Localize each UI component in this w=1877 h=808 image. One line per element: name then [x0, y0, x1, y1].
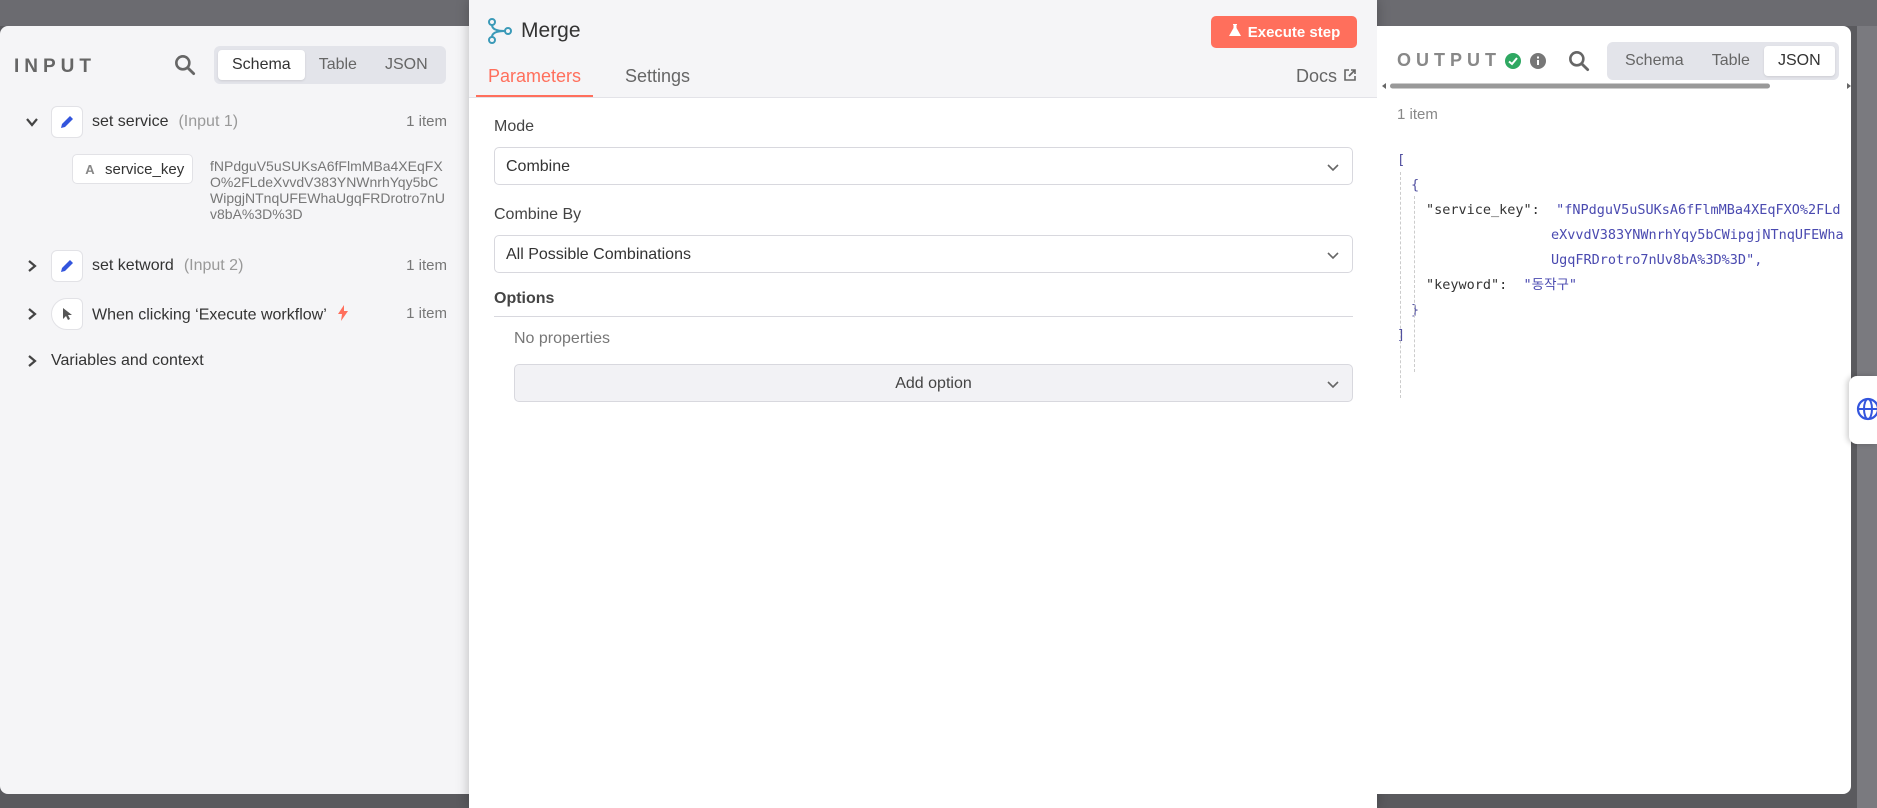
input-node-count: 1 item [406, 257, 447, 274]
input-node-manual-trigger[interactable]: When clicking ‘Execute workflow’ 1 item [0, 294, 469, 334]
input-view-switch: Schema Table JSON [214, 46, 446, 84]
execute-step-button[interactable]: Execute step [1211, 16, 1357, 48]
output-item-count: 1 item [1397, 106, 1438, 123]
lightning-icon [337, 305, 349, 326]
input-node-label: set service (Input 1) [92, 113, 239, 130]
json-key: "keyword": [1426, 277, 1508, 293]
execute-step-label: Execute step [1247, 23, 1341, 41]
docs-label: Docs [1295, 66, 1337, 86]
input-view-table[interactable]: Table [305, 50, 371, 80]
json-brace: { [1411, 177, 1420, 193]
mode-label: Mode [494, 118, 535, 135]
input-node-label: When clicking ‘Execute workflow’ [92, 305, 349, 326]
options-heading: Options [494, 290, 1353, 317]
node-settings-panel: Merge Execute step Parameters Settings D… [469, 0, 1377, 808]
node-header: Merge Execute step Parameters Settings D… [469, 0, 1377, 98]
json-string: eXvvdV383YNWnrhYqy5bCWipgjNTnqUFEWha [1551, 227, 1844, 243]
field-pill[interactable]: A service_key [72, 154, 194, 184]
output-view-table[interactable]: Table [1698, 46, 1764, 76]
variables-and-context[interactable]: Variables and context [0, 341, 469, 381]
json-string: "동작구" [1523, 277, 1578, 293]
globe-widget[interactable] [1849, 376, 1877, 444]
info-icon[interactable] [1529, 52, 1547, 70]
horizontal-scrollbar[interactable] [1382, 77, 1851, 89]
input-header: INPUT Schema Table JSON [0, 26, 469, 96]
input-node-set-ketword[interactable]: set ketword (Input 2) 1 item [0, 246, 469, 286]
input-title: INPUT [14, 56, 96, 77]
input-search-icon[interactable] [172, 52, 198, 78]
tab-settings[interactable]: Settings [625, 66, 690, 95]
mode-value: Combine [506, 158, 571, 175]
mode-select[interactable]: Combine [494, 147, 1353, 185]
input-panel: INPUT Schema Table JSON set service (Inpu… [0, 26, 469, 794]
json-viewer: [ { "service_key": "fNPdguV5uSUKsA6fFlmM… [1397, 148, 1844, 398]
chevron-right-icon[interactable] [24, 258, 40, 274]
chevron-down-icon [1326, 248, 1340, 262]
field-value: fNPdguV5uSUKsA6fFlmMBa4XEqFXO%2FLdeXvvdV… [210, 158, 445, 222]
add-option-select[interactable]: Add option [514, 364, 1353, 402]
json-string: "fNPdguV5uSUKsA6fFlmMBa4XEqFXO%2FLd [1556, 202, 1841, 218]
external-link-icon [1343, 66, 1357, 87]
pencil-icon [51, 250, 83, 282]
combine-by-label: Combine By [494, 206, 582, 223]
chevron-down-icon[interactable] [24, 114, 40, 130]
chevron-down-icon [1326, 377, 1340, 391]
input-node-count: 1 item [406, 113, 447, 130]
chevron-down-icon [1326, 160, 1340, 174]
json-guide [1400, 172, 1401, 398]
combine-by-select[interactable]: All Possible Combinations [494, 235, 1353, 273]
json-string: UgqFRDrotro7nUv8bA%3D%3D", [1551, 252, 1763, 268]
output-view-switch: Schema Table JSON [1607, 42, 1839, 80]
json-guide [1414, 196, 1415, 372]
input-node-count: 1 item [406, 305, 447, 322]
cursor-icon [51, 298, 83, 330]
output-search-icon[interactable] [1566, 48, 1592, 74]
globe-icon [1855, 396, 1877, 427]
flask-icon [1228, 23, 1242, 41]
variables-label: Variables and context [51, 352, 204, 369]
output-view-json[interactable]: JSON [1763, 46, 1835, 76]
chevron-right-icon[interactable] [24, 353, 40, 369]
json-brace: } [1411, 302, 1420, 318]
output-title: OUTPUT [1397, 50, 1501, 70]
input-view-schema[interactable]: Schema [218, 50, 305, 80]
combine-by-value: All Possible Combinations [506, 246, 691, 263]
merge-icon [487, 18, 513, 44]
output-view-schema[interactable]: Schema [1611, 46, 1698, 76]
input-node-label: set ketword (Input 2) [92, 257, 244, 274]
string-type-icon: A [85, 161, 95, 177]
field-key: service_key [105, 160, 185, 178]
docs-link[interactable]: Docs [1296, 66, 1357, 87]
json-key: "service_key": [1426, 202, 1540, 218]
pencil-icon [51, 106, 83, 138]
tab-parameters[interactable]: Parameters [476, 66, 594, 97]
json-bracket: [ [1397, 152, 1406, 168]
chevron-right-icon[interactable] [24, 306, 40, 322]
add-option-label: Add option [895, 375, 972, 392]
input-view-json[interactable]: JSON [371, 50, 442, 80]
success-check-icon [1504, 52, 1522, 70]
input-node-set-service[interactable]: set service (Input 1) 1 item [0, 102, 469, 142]
node-title[interactable]: Merge [521, 19, 581, 43]
json-bracket: ] [1397, 327, 1406, 343]
output-panel: OUTPUT Schema Table JSON 1 item [ { "ser… [1377, 26, 1851, 794]
no-properties-text: No properties [514, 330, 611, 347]
